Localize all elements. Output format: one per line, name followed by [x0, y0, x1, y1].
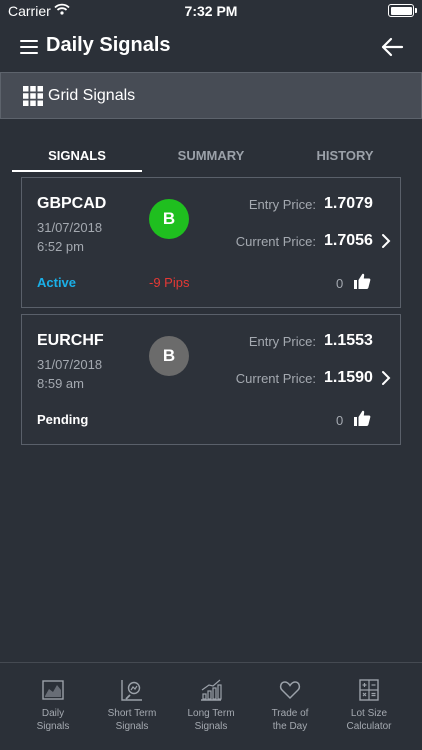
- entry-price-label: Entry Price:: [248, 197, 316, 212]
- bottom-tab-trade-of-the-day[interactable]: Trade of the Day: [251, 663, 329, 750]
- signal-time: 6:52 pm: [37, 239, 84, 254]
- current-price-label: Current Price:: [235, 371, 316, 386]
- page-title: Daily Signals: [46, 34, 171, 56]
- heart-icon: [279, 681, 301, 700]
- buy-badge: B: [149, 336, 189, 376]
- bottom-tab-short-term[interactable]: Short Term Signals: [93, 663, 171, 750]
- signal-date: 31/07/2018: [37, 220, 103, 235]
- calculator-icon: [359, 679, 379, 701]
- bottom-tab-bar: Daily Signals Short Term Signals Long Te…: [0, 662, 422, 750]
- nav-bar: Daily Signals: [0, 22, 422, 72]
- like-count: 0: [336, 276, 344, 291]
- signal-card-eurchf[interactable]: EURCHF 31/07/2018 8:59 am B Entry Price:…: [21, 314, 401, 445]
- chart-area-icon: [42, 680, 64, 700]
- signal-time: 8:59 am: [37, 376, 84, 391]
- bottom-tab-label: Lot Size Calculator: [346, 708, 392, 732]
- arrow-left-icon[interactable]: [380, 36, 404, 58]
- entry-price-value: 1.7079: [324, 195, 373, 212]
- current-price-value: 1.1590: [324, 369, 373, 386]
- grid-signals-header[interactable]: Grid Signals: [0, 72, 422, 119]
- chart-magnifier-icon: [121, 680, 142, 701]
- bottom-tab-daily-signals[interactable]: Daily Signals: [14, 663, 92, 750]
- signal-pips: -9 Pips: [149, 275, 190, 290]
- tab-signals[interactable]: SIGNALS: [12, 140, 142, 172]
- battery-icon: [388, 4, 417, 17]
- thumbs-up-icon[interactable]: [353, 409, 371, 427]
- like-count: 0: [336, 413, 344, 428]
- signal-status: Active: [37, 275, 77, 290]
- thumbs-up-icon[interactable]: [353, 272, 371, 290]
- buy-badge: B: [149, 199, 189, 239]
- signal-pair: GBPCAD: [37, 195, 107, 212]
- bottom-tab-long-term[interactable]: Long Term Signals: [172, 663, 250, 750]
- bottom-tab-lot-size-calculator[interactable]: Lot Size Calculator: [330, 663, 408, 750]
- tab-summary[interactable]: SUMMARY: [146, 140, 276, 172]
- bottom-tab-label: Trade of the Day: [271, 708, 309, 732]
- status-bar: Carrier 7:32 PM: [0, 0, 422, 22]
- current-price-label: Current Price:: [235, 234, 316, 249]
- chevron-right-icon[interactable]: [381, 233, 391, 249]
- bottom-tab-label: Long Term Signals: [187, 708, 235, 732]
- signal-date: 31/07/2018: [37, 357, 103, 372]
- chevron-right-icon[interactable]: [381, 370, 391, 386]
- bottom-tab-label: Short Term Signals: [107, 708, 157, 732]
- tab-history[interactable]: HISTORY: [280, 140, 410, 172]
- hamburger-menu-icon[interactable]: [20, 40, 38, 54]
- bar-chart-rising-icon: [201, 679, 222, 701]
- signal-card-gbpcad[interactable]: GBPCAD 31/07/2018 6:52 pm B Entry Price:…: [21, 177, 401, 308]
- bottom-tab-label: Daily Signals: [36, 708, 70, 732]
- signal-status: Pending: [37, 412, 89, 427]
- entry-price-value: 1.1553: [324, 332, 373, 349]
- grid-icon: [23, 86, 43, 106]
- status-time: 7:32 PM: [184, 3, 238, 19]
- entry-price-label: Entry Price:: [248, 334, 316, 349]
- tab-bar: SIGNALS SUMMARY HISTORY: [12, 140, 410, 172]
- grid-signals-label: Grid Signals: [48, 87, 136, 104]
- signal-pair: EURCHF: [37, 332, 104, 349]
- current-price-value: 1.7056: [324, 232, 373, 249]
